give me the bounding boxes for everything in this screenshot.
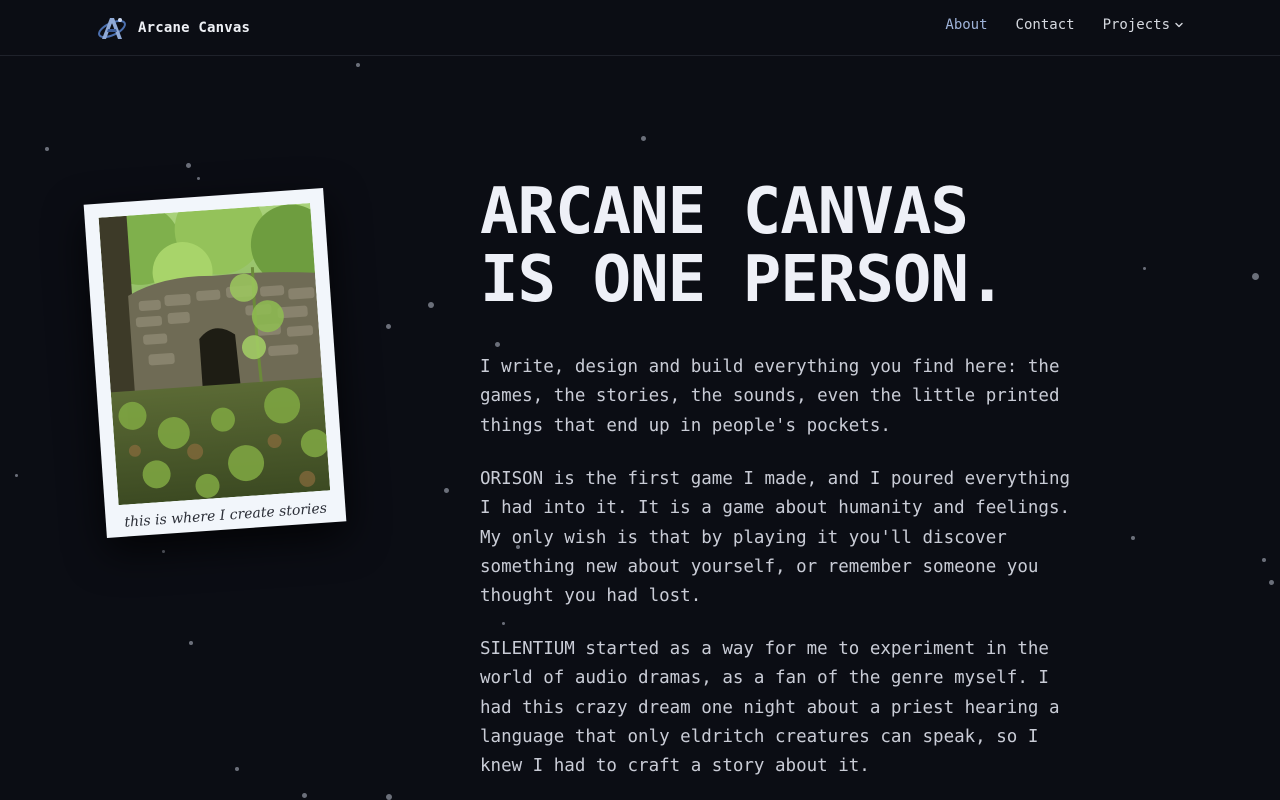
nav-links: About Contact Projects	[945, 17, 1184, 33]
brand-name: Arcane Canvas	[138, 20, 251, 36]
polaroid-photo: this is where I create stories	[83, 188, 347, 538]
star	[641, 136, 646, 141]
arcane-canvas-logo	[98, 18, 126, 39]
star	[356, 63, 360, 67]
star	[386, 794, 392, 800]
star	[15, 474, 18, 477]
nav-projects[interactable]: Projects	[1103, 17, 1184, 33]
star	[1269, 580, 1274, 585]
hero-title: ARCANE CANVAS IS ONE PERSON.	[480, 178, 1180, 314]
orison-paragraph: ORISON is the first game I made, and I p…	[480, 469, 1071, 607]
star	[45, 147, 49, 151]
star	[495, 342, 500, 347]
star	[197, 177, 200, 180]
star	[162, 550, 165, 553]
star	[386, 324, 391, 329]
star	[1131, 536, 1135, 540]
silentium-paragraph: SILENTIUM started as a way for me to exp…	[480, 639, 1060, 777]
nav-projects-label: Projects	[1102, 17, 1170, 33]
nav-contact[interactable]: Contact	[1016, 17, 1075, 33]
polaroid-caption: this is where I create stories	[123, 500, 328, 531]
star	[302, 793, 307, 798]
star	[428, 302, 434, 308]
hero-title-line-2: IS ONE PERSON.	[480, 243, 1006, 317]
star	[186, 163, 191, 168]
intro-paragraph: I write, design and build everything you…	[480, 357, 1060, 436]
star	[1252, 273, 1259, 280]
star	[502, 622, 505, 625]
top-nav: Arcane Canvas About Contact Projects	[0, 0, 1280, 56]
chevron-down-icon	[1175, 22, 1183, 28]
star	[444, 488, 449, 493]
nav-about[interactable]: About	[945, 17, 987, 33]
star	[1262, 558, 1266, 562]
brand[interactable]: Arcane Canvas	[96, 14, 250, 42]
star	[189, 641, 193, 645]
stone-ruin-photo	[98, 202, 331, 506]
hero-title-line-1: ARCANE CANVAS	[480, 175, 969, 249]
star	[235, 767, 239, 771]
